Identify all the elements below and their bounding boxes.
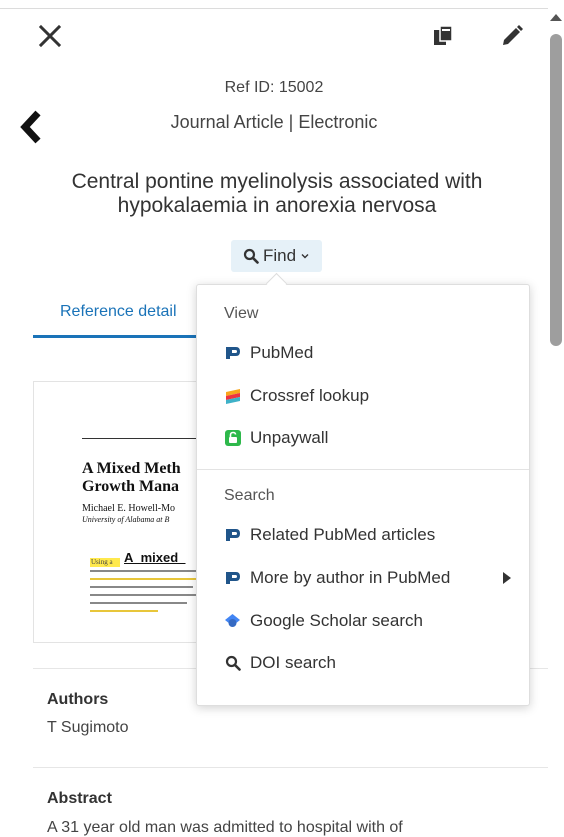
preview-overlay-text: A_mixed_ <box>124 550 186 565</box>
tab-reference-detail[interactable]: Reference detail <box>60 303 177 321</box>
edit-button[interactable] <box>500 24 524 48</box>
ref-id: Ref ID: 15002 <box>224 79 324 96</box>
authors-label: Authors <box>47 691 109 708</box>
menu-search-heading: Search <box>224 487 275 504</box>
abstract-label: Abstract <box>47 790 112 807</box>
section-divider <box>33 767 548 768</box>
crossref-icon <box>224 388 241 405</box>
active-tab-indicator <box>33 335 203 338</box>
reference-type: Journal Article | Electronic <box>170 112 378 132</box>
preview-heading-line2: Growth Mana <box>82 478 180 495</box>
google-scholar-icon <box>224 613 241 630</box>
pubmed-icon <box>224 345 241 362</box>
preview-heading: A Mixed Meth Growth Mana <box>82 460 181 496</box>
abstract-value: A 31 year old man was admitted to hospit… <box>47 819 403 836</box>
copy-button[interactable] <box>432 24 454 48</box>
scroll-up-arrow-icon[interactable] <box>550 14 562 21</box>
preview-heading-line1: A Mixed Meth <box>82 460 181 477</box>
search-icon <box>243 248 259 264</box>
preview-rule <box>82 438 204 439</box>
document-preview[interactable]: A Mixed Meth Growth Mana Michael E. Howe… <box>33 381 205 643</box>
search-icon <box>224 655 241 672</box>
menu-item-pubmed[interactable]: PubMed <box>197 335 529 371</box>
preview-author: Michael E. Howell-Mo <box>82 503 176 514</box>
close-icon <box>38 24 62 48</box>
menu-item-crossref[interactable]: Crossref lookup <box>197 378 529 414</box>
top-divider <box>0 8 548 9</box>
copy-icon <box>434 25 453 45</box>
menu-view-heading: View <box>224 305 259 322</box>
menu-item-unpaywall[interactable]: Unpaywall <box>197 420 529 456</box>
authors-value: T Sugimoto <box>47 719 129 736</box>
submenu-arrow-icon <box>503 572 511 584</box>
menu-item-more-by-author[interactable]: More by author in PubMed <box>197 560 529 596</box>
scrollbar-thumb[interactable] <box>550 34 562 346</box>
find-button-label: Find <box>262 246 297 265</box>
preview-affiliation: University of Alabama at B <box>82 515 170 524</box>
pubmed-icon <box>224 527 241 544</box>
find-dropdown-menu: View PubMed Crossref lookup Unpaywall Se… <box>196 284 530 706</box>
menu-divider <box>197 469 529 470</box>
reference-title: Central pontine myelinolysis associated … <box>71 170 483 217</box>
previous-page-arrow-icon[interactable] <box>20 110 44 144</box>
menu-item-doi-search[interactable]: DOI search <box>197 645 529 681</box>
pubmed-icon <box>224 570 241 587</box>
chevron-down-icon <box>301 254 309 259</box>
unpaywall-icon <box>224 430 241 447</box>
menu-item-google-scholar[interactable]: Google Scholar search <box>197 603 529 639</box>
preview-text-lines <box>90 570 204 618</box>
preview-highlight-text: Using a <box>91 558 113 566</box>
find-button[interactable]: Find <box>231 240 322 272</box>
pencil-icon <box>503 25 523 45</box>
menu-item-related-pubmed[interactable]: Related PubMed articles <box>197 517 529 553</box>
close-button[interactable] <box>38 24 62 48</box>
